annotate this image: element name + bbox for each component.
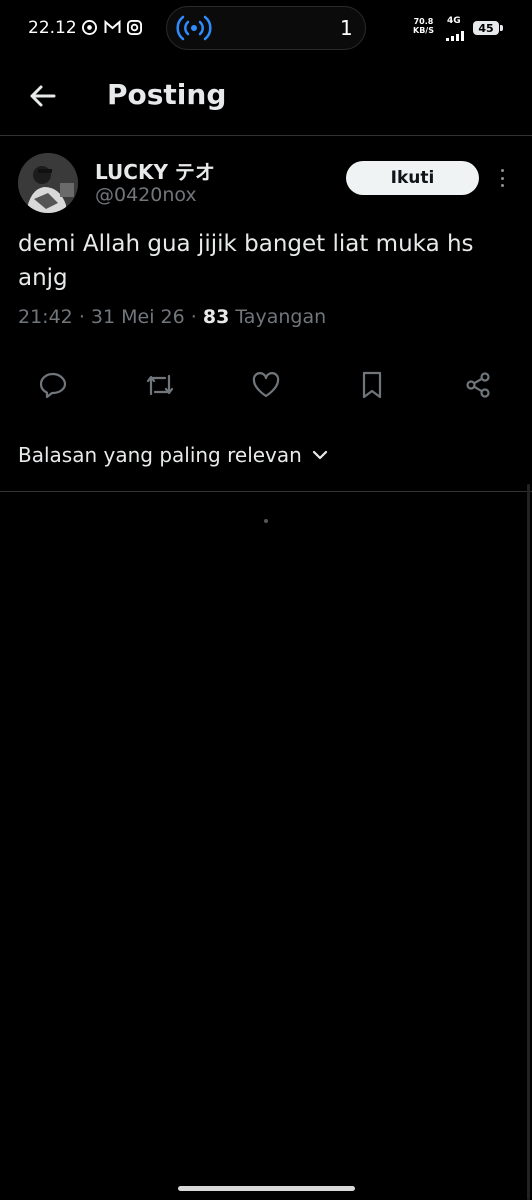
broadcast-icon <box>176 14 212 46</box>
status-time: 22.12 <box>28 18 77 38</box>
repost-icon <box>146 374 174 396</box>
author-name[interactable]: LUCKY テオ <box>95 156 215 185</box>
post-meta: 21:42 · 31 Mei 26 · 83 Tayangan <box>18 306 326 328</box>
author-handle[interactable]: @0420nox <box>95 184 197 206</box>
repost-button[interactable] <box>143 368 177 402</box>
network-speed-unit: KB/S <box>413 26 434 35</box>
network-speed: 70.8 KB/S <box>413 17 434 35</box>
chevron-down-icon <box>312 450 327 460</box>
replies-sort-dropdown[interactable]: Balasan yang paling relevan <box>18 443 328 467</box>
share-button[interactable] <box>461 368 495 402</box>
post-date: 31 Mei 26 <box>90 306 185 328</box>
scrollbar[interactable] <box>527 484 530 1200</box>
back-button[interactable] <box>22 78 62 114</box>
network-type: 4G <box>447 16 461 26</box>
views-label: Tayangan <box>235 306 327 328</box>
post-time: 21:42 <box>18 306 73 328</box>
more-dot <box>500 169 504 172</box>
follow-button[interactable]: Ikuti <box>346 161 479 195</box>
gmail-icon <box>104 19 121 35</box>
battery-tip <box>500 25 503 31</box>
battery-icon: 45 <box>473 21 499 35</box>
more-dot <box>500 176 504 180</box>
post-text: demi Allah gua jijik banget liat muka hs… <box>18 231 474 291</box>
more-options-button[interactable] <box>493 165 511 191</box>
meta-separator: · <box>190 306 203 328</box>
replies-divider <box>0 491 532 492</box>
bookmark-icon <box>362 371 382 399</box>
github-icon <box>82 19 97 35</box>
replies-sort-label: Balasan yang paling relevan <box>18 443 302 467</box>
reply-button[interactable] <box>36 368 70 402</box>
arrow-left-icon <box>30 85 56 107</box>
home-indicator[interactable] <box>178 1186 355 1191</box>
more-dot <box>500 184 504 187</box>
signal-icon <box>446 26 466 45</box>
loading-indicator <box>264 519 268 523</box>
header-divider <box>0 135 532 136</box>
like-icon <box>252 372 280 398</box>
meta-separator: · <box>78 306 91 328</box>
share-icon <box>466 372 490 398</box>
reply-icon <box>39 372 67 398</box>
avatar[interactable] <box>18 153 78 213</box>
bookmark-button[interactable] <box>355 368 389 402</box>
view-count[interactable]: 83 <box>203 306 229 328</box>
page-title: Posting <box>107 78 227 111</box>
broadcast-count: 1 <box>340 16 353 40</box>
like-button[interactable] <box>249 368 283 402</box>
instagram-icon <box>127 19 142 35</box>
network-speed-value: 70.8 <box>413 17 434 26</box>
